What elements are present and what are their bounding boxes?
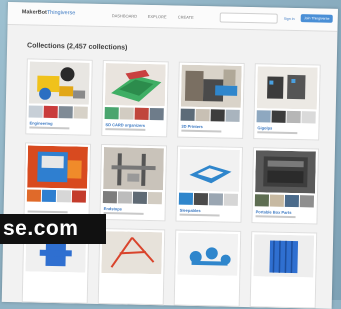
thumbnail xyxy=(73,106,88,119)
collection-title[interactable]: 3D Printers xyxy=(181,124,202,129)
collection-card[interactable] xyxy=(249,231,318,309)
thumbnail xyxy=(147,191,163,205)
thumbnail xyxy=(119,107,134,120)
thumbnail xyxy=(178,192,194,205)
collection-meta xyxy=(255,215,296,219)
thumbnail xyxy=(26,189,42,202)
collection-preview-image xyxy=(253,234,315,278)
collection-title[interactable]: Portable Box Parts xyxy=(256,209,292,215)
collection-card-sd-card-organizers[interactable]: SD CARD organizers xyxy=(101,59,169,138)
collection-card-sleepables[interactable]: Sleepables xyxy=(175,145,244,223)
collection-meta xyxy=(29,126,70,130)
collection-card-3d-printers[interactable]: 3D Printers xyxy=(177,61,245,139)
collection-preview-image xyxy=(28,61,90,105)
join-button[interactable]: Join Thingiverse xyxy=(300,14,333,23)
thumbnail xyxy=(71,190,87,203)
collection-preview-image xyxy=(104,63,166,107)
collection-preview-image xyxy=(255,150,316,194)
collection-preview-image xyxy=(103,147,164,191)
collection-card-portable-box-parts[interactable]: Portable Box Parts xyxy=(251,147,319,225)
page-title: Collections (2,457 collections) xyxy=(27,42,128,52)
collection-card[interactable] xyxy=(173,229,242,307)
thumbnail xyxy=(223,193,239,206)
collection-title[interactable]: SD CARD organizers xyxy=(105,122,145,128)
collection-preview-image xyxy=(256,66,318,110)
thumbnail xyxy=(104,107,119,120)
collection-meta xyxy=(105,128,146,131)
thumbnail xyxy=(180,108,195,121)
thumbnail xyxy=(301,111,316,124)
collection-preview-image xyxy=(179,148,240,192)
collection-preview-image xyxy=(177,232,239,276)
collection-card-endstops[interactable]: Endstops xyxy=(99,143,168,222)
collection-meta xyxy=(179,213,220,217)
nav-dashboard[interactable]: DASHBOARD xyxy=(112,13,137,19)
thumbnail xyxy=(193,192,209,206)
collection-card[interactable] xyxy=(97,227,166,306)
collection-card-engineering[interactable]: Engineering xyxy=(25,58,93,136)
collection-title[interactable]: Endstops xyxy=(104,206,122,211)
nav-create[interactable]: CREATE xyxy=(178,15,194,20)
collection-card[interactable] xyxy=(23,142,92,220)
sign-in-link[interactable]: Sign In xyxy=(284,17,295,21)
search-input[interactable] xyxy=(219,12,278,24)
thumbnail xyxy=(56,190,72,203)
collection-title[interactable]: Gigolps xyxy=(257,125,272,130)
thumbnail xyxy=(149,107,164,121)
collection-title[interactable]: Sleepables xyxy=(180,208,201,213)
logo-subtext: Thingiverse xyxy=(46,9,76,17)
logo-text: MakerBot xyxy=(21,9,47,16)
browser-page: MakerBotThingiverse DASHBOARD EXPLORE CR… xyxy=(1,2,338,309)
thumbnail xyxy=(271,110,286,123)
thumbnail xyxy=(284,194,300,208)
thumbnail xyxy=(210,109,225,122)
thumbnail xyxy=(208,193,224,206)
collection-meta xyxy=(103,212,144,215)
thumbnail xyxy=(134,107,149,120)
collection-card-gigolps[interactable]: Gigolps xyxy=(253,63,321,141)
collection-preview-image xyxy=(101,231,163,275)
thumbnail xyxy=(41,189,57,203)
collection-preview-image xyxy=(27,145,88,189)
collection-meta xyxy=(257,131,298,135)
thumbnail xyxy=(28,105,43,118)
thumbnail xyxy=(254,194,270,207)
thumbnail xyxy=(256,110,271,123)
nav-explore[interactable]: EXPLORE xyxy=(148,14,167,19)
site-logo[interactable]: MakerBotThingiverse xyxy=(22,9,76,16)
collection-meta xyxy=(27,210,68,214)
thumbnail xyxy=(286,110,301,124)
thumbnail xyxy=(269,194,285,207)
thumbnail xyxy=(117,191,133,204)
thumbnail xyxy=(299,195,315,208)
watermark-overlay: se.com xyxy=(0,214,106,244)
thumbnail xyxy=(43,105,58,119)
thumbnail xyxy=(58,106,73,119)
thumbnail xyxy=(225,109,240,122)
thumbnail xyxy=(195,108,210,122)
collection-meta xyxy=(181,129,222,133)
collection-title[interactable]: Engineering xyxy=(29,120,52,125)
thumbnail xyxy=(102,191,118,204)
collection-preview-image xyxy=(180,64,242,108)
thumbnail xyxy=(132,191,148,204)
